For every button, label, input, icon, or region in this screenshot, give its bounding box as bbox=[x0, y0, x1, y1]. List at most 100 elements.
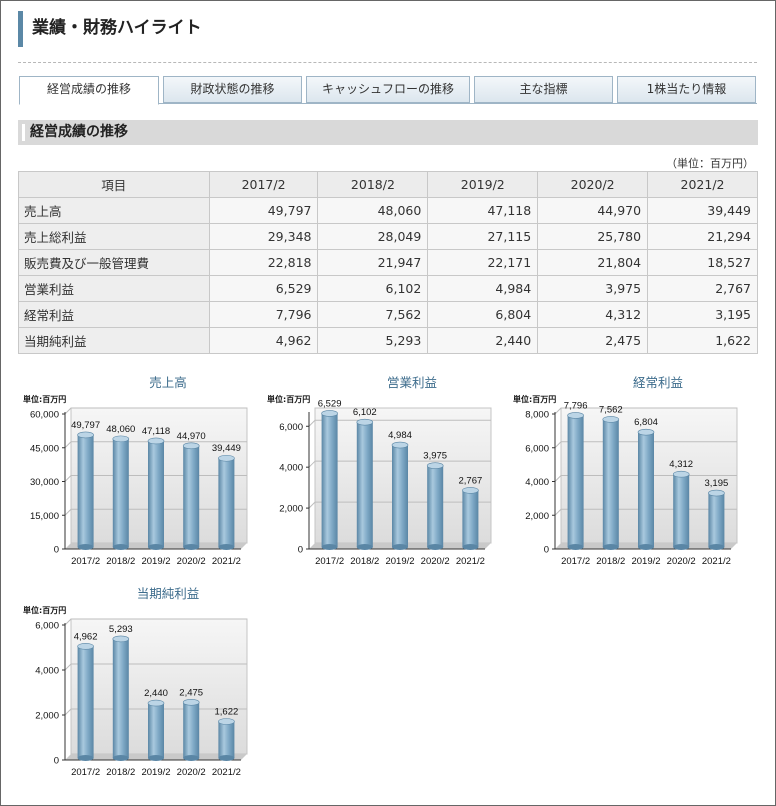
bar-operating-income-3 bbox=[426, 462, 444, 550]
column-header: 2019/2 bbox=[427, 171, 539, 198]
y-tick-label: 6,000 bbox=[525, 443, 549, 454]
bar-top bbox=[147, 699, 165, 707]
tab-per-share-info[interactable]: 1株当たり情報 bbox=[617, 76, 756, 103]
x-tick-label: 2019/2 bbox=[141, 767, 170, 778]
data-label: 1,622 bbox=[215, 707, 239, 718]
gridline bbox=[308, 419, 316, 427]
y-tick-label: 2,000 bbox=[525, 511, 549, 522]
table-cell: 47,118 bbox=[427, 197, 539, 224]
x-tick-label: 2021/2 bbox=[456, 556, 485, 567]
bar-base bbox=[673, 544, 690, 550]
column-header: 2021/2 bbox=[647, 171, 758, 198]
tab-financial-position[interactable]: 財政状態の推移 bbox=[163, 76, 302, 103]
table-cell: 2,440 bbox=[427, 327, 539, 354]
gridline bbox=[308, 460, 316, 468]
bar-net-income-0 bbox=[77, 643, 94, 761]
title-divider bbox=[18, 62, 757, 63]
bar-top bbox=[112, 635, 130, 643]
table-row: 営業利益 6,529 6,102 4,984 3,975 2,767 bbox=[18, 275, 758, 302]
data-label: 4,962 bbox=[74, 631, 98, 642]
data-label: 2,440 bbox=[144, 688, 168, 699]
table-cell: 18,527 bbox=[647, 249, 758, 276]
gridline bbox=[64, 663, 72, 671]
tab-bar: 経営成績の推移 財政状態の推移 キャッシュフローの推移 主な指標 1株当たり情報 bbox=[19, 76, 757, 105]
bar-body bbox=[112, 638, 129, 758]
x-tick-label: 2020/2 bbox=[421, 556, 450, 567]
x-tick-label: 2020/2 bbox=[177, 556, 206, 567]
results-table: 項目 2017/2 2018/2 2019/2 2020/2 2021/2 売上… bbox=[18, 171, 758, 354]
bar-top bbox=[602, 416, 620, 423]
bar-sales-1 bbox=[112, 435, 130, 550]
bar-body bbox=[567, 415, 584, 547]
bar-chart-svg: 当期純利益単位:百万円 0 2,000 4,000 6,000 4,962 2017/2 5,… bbox=[23, 587, 248, 778]
bar-base bbox=[427, 544, 444, 550]
bar-sales-4 bbox=[218, 454, 235, 550]
x-tick-label: 2017/2 bbox=[71, 767, 100, 778]
bar-body bbox=[392, 445, 408, 547]
table-cell: 1,622 bbox=[647, 327, 758, 354]
gridline bbox=[64, 407, 72, 415]
row-label: 売上総利益 bbox=[18, 223, 210, 250]
data-label: 4,312 bbox=[669, 459, 693, 470]
chart-title: 営業利益 bbox=[387, 375, 437, 390]
bar-ordinary-income-1 bbox=[602, 416, 620, 550]
bar-base bbox=[112, 755, 129, 761]
data-label: 4,984 bbox=[388, 430, 412, 441]
gridline bbox=[64, 708, 72, 716]
gridline bbox=[554, 441, 562, 449]
bar-top bbox=[462, 487, 479, 494]
y-tick-label: 2,000 bbox=[279, 504, 303, 515]
bar-net-income-2 bbox=[147, 699, 165, 761]
column-header: 項目 bbox=[18, 171, 210, 198]
table-cell: 49,797 bbox=[208, 197, 319, 224]
bar-top bbox=[77, 643, 94, 650]
x-tick-label: 2020/2 bbox=[667, 556, 696, 567]
bar-body bbox=[218, 721, 235, 758]
row-label: 当期純利益 bbox=[18, 327, 210, 354]
y-tick-label: 45,000 bbox=[30, 443, 59, 454]
gridline bbox=[64, 508, 72, 516]
tab-key-indicators[interactable]: 主な指標 bbox=[474, 76, 613, 103]
gridline bbox=[554, 475, 562, 482]
y-tick-label: 0 bbox=[54, 756, 59, 767]
bar-sales-3 bbox=[182, 442, 200, 550]
table-cell: 21,294 bbox=[647, 223, 758, 250]
x-tick-label: 2019/2 bbox=[141, 556, 170, 567]
table-cell: 39,449 bbox=[647, 197, 758, 224]
table-cell: 21,804 bbox=[537, 249, 649, 276]
tab-operating-results[interactable]: 経営成績の推移 bbox=[19, 76, 159, 105]
bar-base bbox=[183, 544, 200, 550]
unit-label: 単位:百万円 bbox=[513, 394, 556, 404]
gridline bbox=[554, 508, 562, 516]
x-tick-label: 2021/2 bbox=[212, 556, 241, 567]
bar-body bbox=[148, 440, 164, 547]
y-tick-label: 8,000 bbox=[525, 410, 549, 421]
x-tick-label: 2017/2 bbox=[71, 556, 100, 567]
page-title: 業績・財務ハイライト bbox=[18, 11, 202, 47]
chart-operating-income: 営業利益 単位:百万円 0 2,000 4,000 6,000 6,529 2017/2 6,1… bbox=[263, 371, 499, 567]
bar-base bbox=[602, 544, 619, 550]
table-cell: 29,348 bbox=[208, 223, 319, 250]
bar-net-income-3 bbox=[182, 699, 200, 761]
y-tick-label: 60,000 bbox=[30, 410, 59, 421]
table-cell: 22,171 bbox=[427, 249, 539, 276]
gridline bbox=[64, 618, 72, 626]
bar-body bbox=[321, 413, 338, 547]
bar-ordinary-income-3 bbox=[672, 470, 690, 550]
bar-top bbox=[182, 442, 200, 450]
bar-body bbox=[673, 474, 690, 547]
bar-base bbox=[112, 544, 129, 550]
bar-base bbox=[77, 755, 94, 761]
chart-title: 当期純利益 bbox=[137, 587, 200, 601]
table-row: 売上総利益 29,348 28,049 27,115 25,780 21,294 bbox=[18, 223, 758, 250]
y-tick-label: 30,000 bbox=[30, 477, 59, 488]
x-tick-label: 2018/2 bbox=[350, 556, 379, 567]
row-label: 売上高 bbox=[18, 197, 210, 224]
gridline bbox=[64, 475, 72, 482]
tab-cash-flow[interactable]: キャッシュフローの推移 bbox=[306, 76, 470, 103]
row-label: 経常利益 bbox=[18, 301, 210, 328]
bar-body bbox=[356, 422, 373, 547]
bar-base bbox=[183, 755, 200, 761]
x-tick-label: 2019/2 bbox=[631, 556, 660, 567]
column-header: 2020/2 bbox=[537, 171, 649, 198]
